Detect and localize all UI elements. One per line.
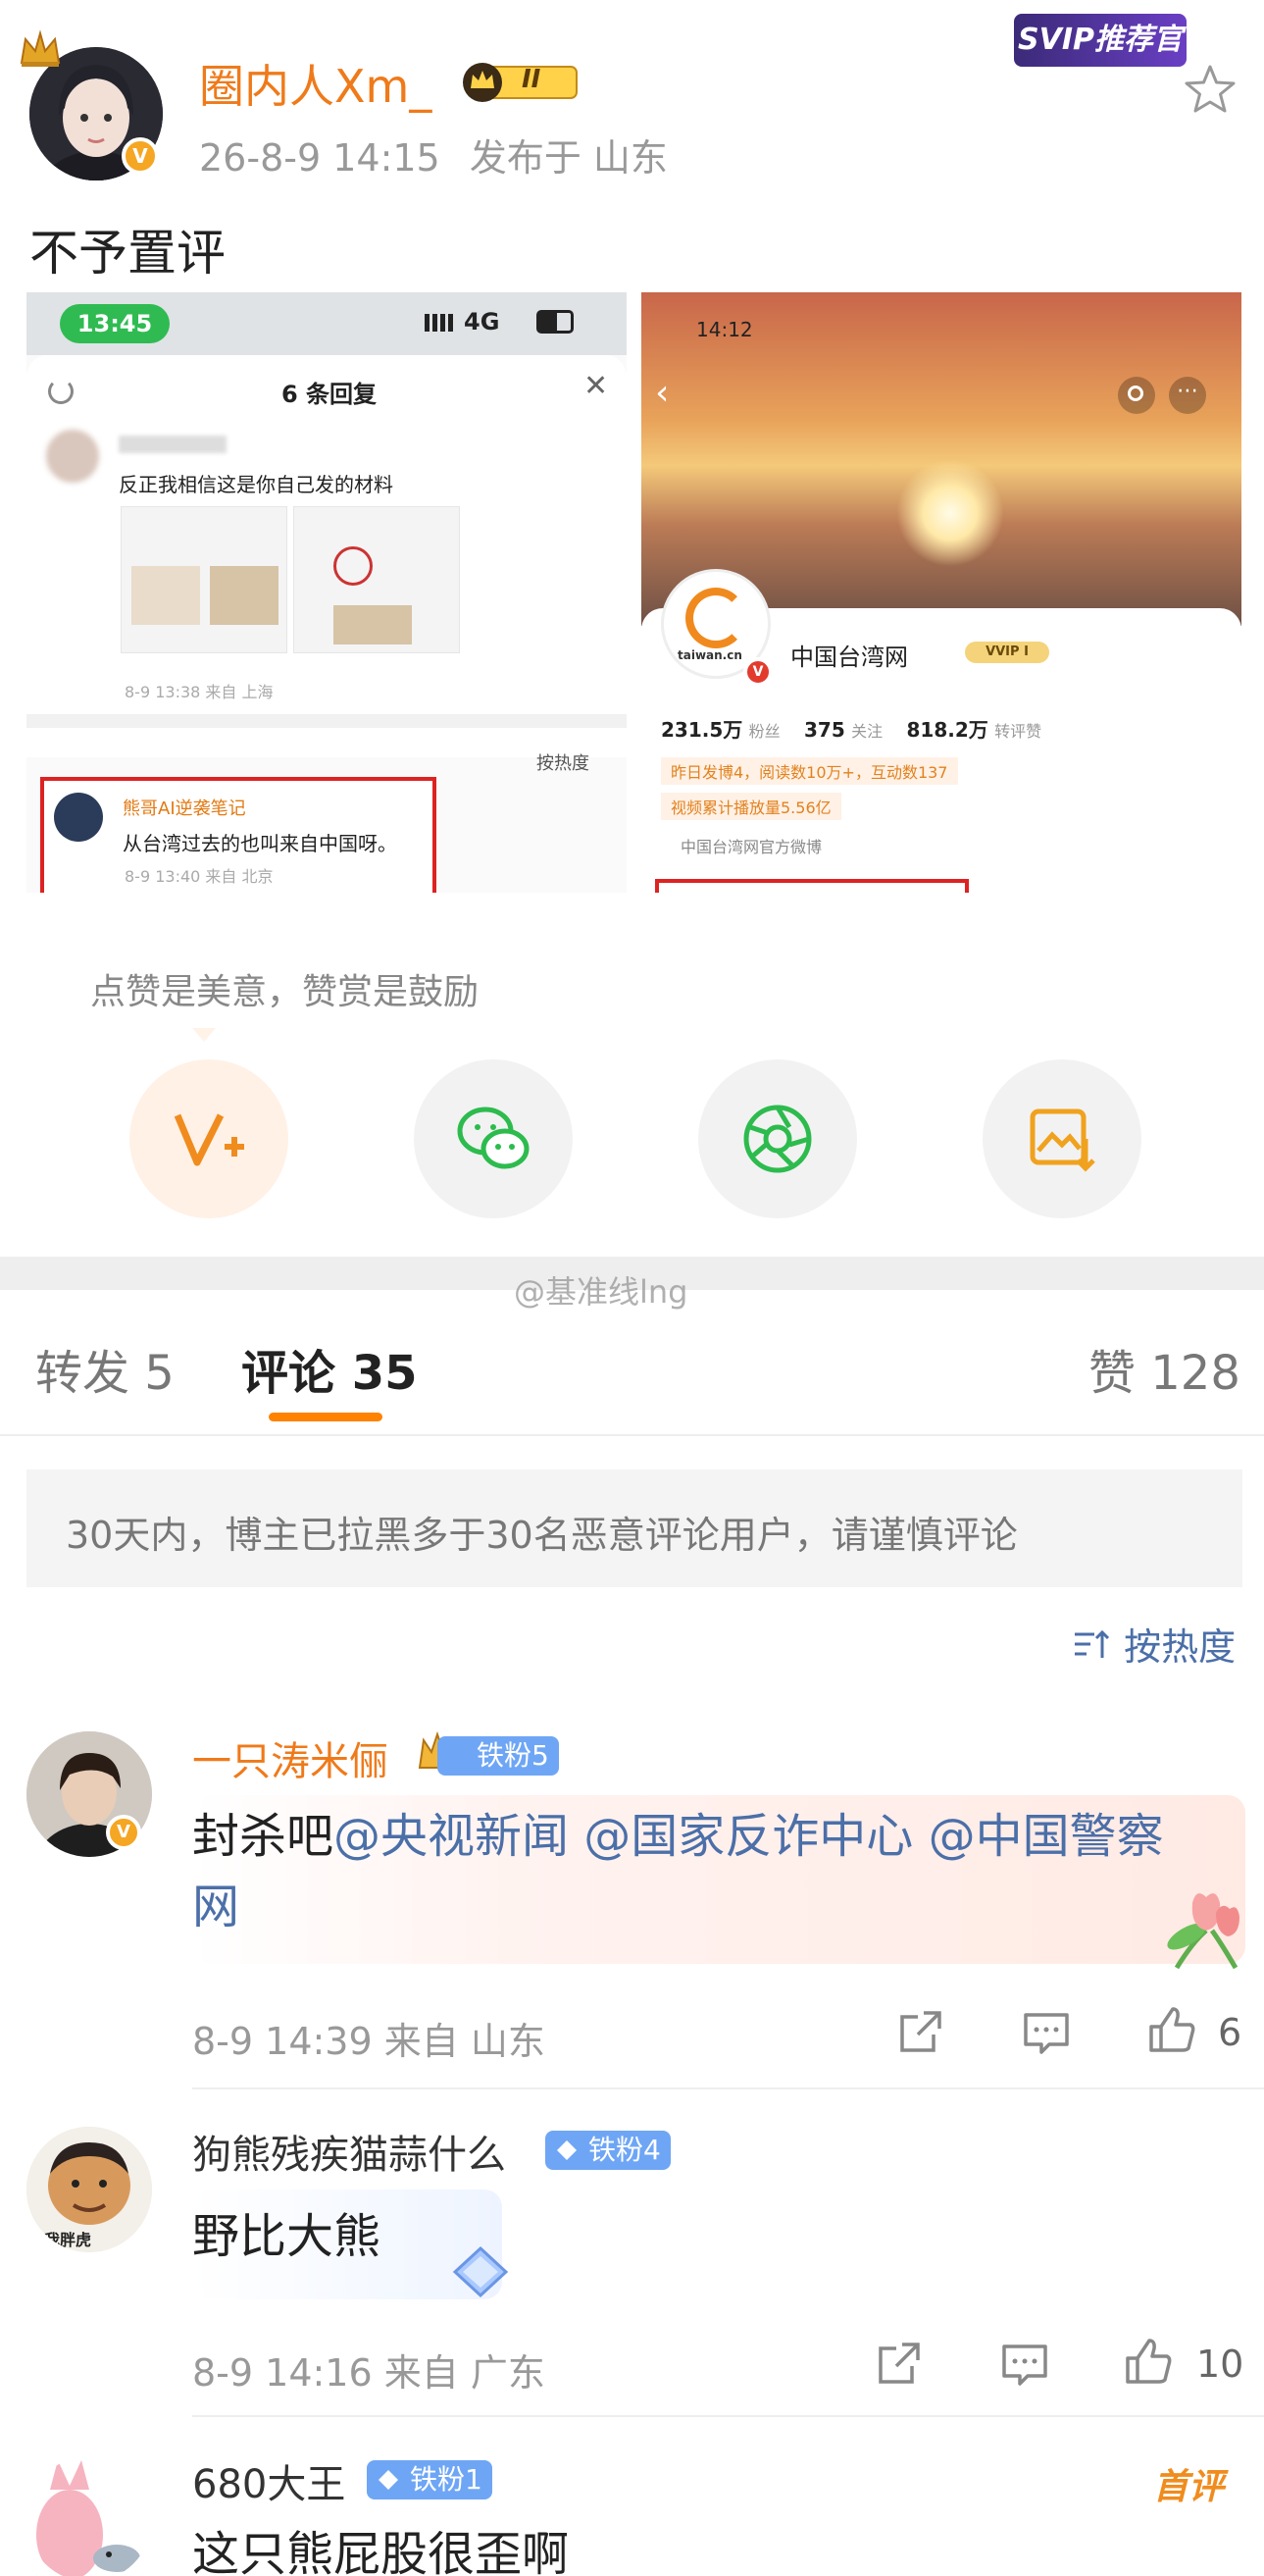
post-location: 发布于 山东 bbox=[469, 136, 668, 180]
diamond-icon bbox=[379, 2470, 398, 2490]
first-comment-tag: 首评 bbox=[1153, 2467, 1225, 2507]
level-label: II bbox=[522, 65, 541, 94]
sub-text: 从台湾过去的也叫来自中国呀。 bbox=[123, 832, 397, 855]
tab-repost[interactable]: 转发 5 bbox=[35, 1334, 175, 1403]
share-wechat-button[interactable] bbox=[414, 1059, 573, 1218]
sub-avatar bbox=[54, 793, 103, 842]
comment-avatar[interactable]: 我胖虎 bbox=[26, 2127, 152, 2252]
notice-text: 30天内，博主已拉黑多于30名恶意评论用户，请谨慎评论 bbox=[66, 1514, 1018, 1557]
stat-line-2: 视频累计播放量5.56亿 bbox=[661, 793, 841, 820]
repost-icon[interactable] bbox=[894, 2005, 947, 2058]
reply-name-blurred bbox=[119, 436, 227, 453]
reply-icon[interactable] bbox=[1020, 2007, 1073, 2060]
sub-meta: 8-9 13:40 来自 北京 bbox=[125, 867, 274, 886]
sub-name: 熊哥AI逆袭笔记 bbox=[123, 799, 246, 819]
panel-title: 6 条回复 bbox=[281, 381, 378, 408]
comment-avatar[interactable] bbox=[26, 2456, 152, 2576]
comment-meta: 8-9 14:39 来自 山东 bbox=[192, 2020, 545, 2063]
reward-button[interactable] bbox=[129, 1059, 288, 1218]
official-label: 中国台湾网官方微博 bbox=[681, 838, 823, 856]
like-count: 6 bbox=[1218, 2011, 1242, 2054]
save-image-icon bbox=[1030, 1108, 1095, 1172]
close-icon[interactable]: ✕ bbox=[583, 369, 608, 403]
fan-badge: 铁粉4 bbox=[545, 2131, 671, 2170]
comment-text: 封杀吧@央视新闻 @国家反诈中心 @中国警察网 bbox=[192, 1809, 1164, 1934]
left-sort-label: 按热度 bbox=[536, 753, 589, 774]
reply-meta: 8-9 13:38 来自 上海 bbox=[125, 683, 274, 701]
comment-author[interactable]: 680大王 bbox=[192, 2452, 345, 2509]
tulip-icon bbox=[1167, 1893, 1239, 1970]
verified-badge-icon: V bbox=[122, 137, 159, 175]
favorite-star-icon[interactable] bbox=[1183, 63, 1238, 118]
account-verified-icon: V bbox=[743, 657, 773, 687]
comment-text: 这只熊屁股很歪啊 bbox=[192, 2527, 570, 2576]
reply-text: 反正我相信这是你自己发的材料 bbox=[119, 473, 393, 496]
mention-link[interactable]: @国家反诈中心 bbox=[583, 1809, 913, 1864]
post-image-left[interactable]: 13:45 4G 6 条回复 ✕ 反正我相信这是你自己发的材料 8-9 13:3… bbox=[26, 292, 627, 893]
comment-divider bbox=[192, 2087, 1264, 2089]
right-status-time: 14:12 bbox=[696, 318, 753, 341]
search-icon[interactable] bbox=[1118, 377, 1155, 414]
mention-link[interactable]: @央视新闻 bbox=[333, 1809, 569, 1864]
poster-name[interactable]: 圈内人Xm_ bbox=[199, 51, 431, 116]
repost-icon[interactable] bbox=[873, 2337, 926, 2390]
svip-badge: SVIP推荐官 bbox=[1014, 14, 1187, 67]
moments-aperture-icon bbox=[743, 1105, 812, 1173]
like-thumb-icon[interactable] bbox=[1145, 2003, 1198, 2056]
tab-comment[interactable]: 评论 35 bbox=[241, 1334, 418, 1403]
tab-active-indicator bbox=[269, 1413, 382, 1421]
reply-avatar bbox=[46, 430, 99, 483]
post-timestamp: 26-8-9 14:15 bbox=[199, 136, 440, 180]
post-meta: 26-8-9 14:15 发布于 山东 bbox=[199, 128, 668, 181]
post-text: 不予置评 bbox=[29, 225, 226, 282]
watermark: @基准线lng bbox=[514, 1273, 688, 1311]
wechat-icon bbox=[457, 1107, 530, 1169]
sort-button[interactable]: 按热度 bbox=[1073, 1617, 1236, 1671]
account-vip: VVIP I bbox=[965, 642, 1049, 663]
comment-author[interactable]: 一只涛米俪 bbox=[192, 1729, 388, 1786]
tab-like[interactable]: 赞 128 bbox=[1088, 1334, 1240, 1403]
signal-bars-icon bbox=[425, 314, 454, 332]
comment-notice: 30天内，博主已拉黑多于30名恶意评论用户，请谨慎评论 bbox=[26, 1469, 1242, 1587]
more-icon[interactable]: ⋯ bbox=[1169, 377, 1206, 414]
sun bbox=[896, 459, 1004, 567]
comment-verified-icon: V bbox=[106, 1815, 141, 1850]
share-moments-button[interactable] bbox=[698, 1059, 857, 1218]
sort-label: 按热度 bbox=[1124, 1625, 1237, 1669]
save-image-button[interactable] bbox=[983, 1059, 1141, 1218]
comment-divider bbox=[192, 2415, 1264, 2417]
account-stats: 231.5万 粉丝 375 关注 818.2万 转评赞 bbox=[661, 718, 1042, 742]
status-time: 13:45 bbox=[60, 304, 170, 343]
reply-image-2 bbox=[293, 506, 460, 653]
highlight-box-right bbox=[655, 879, 969, 893]
diamond-icon bbox=[557, 2140, 577, 2160]
reward-v-plus-icon bbox=[174, 1113, 244, 1166]
battery-icon bbox=[536, 310, 574, 334]
avatar-caption: 我胖虎 bbox=[44, 2231, 92, 2249]
like-thumb-icon[interactable] bbox=[1122, 2335, 1175, 2388]
sort-icon bbox=[1075, 1629, 1110, 1658]
comment-text: 野比大熊 bbox=[192, 2209, 381, 2264]
reply-image-1 bbox=[121, 506, 287, 653]
account-name: 中国台湾网 bbox=[790, 644, 908, 671]
fan-badge: 铁粉1 bbox=[367, 2460, 492, 2499]
reply-icon[interactable] bbox=[998, 2339, 1051, 2392]
refresh-icon bbox=[48, 379, 74, 404]
tooltip-pointer bbox=[192, 1028, 216, 1042]
like-count: 10 bbox=[1196, 2343, 1244, 2386]
stat-line-1: 昨日发博4，阅读数10万+，互动数137 bbox=[661, 757, 958, 785]
comment-author[interactable]: 狗熊残疾猫蒜什么 bbox=[192, 2123, 506, 2180]
post-image-right[interactable]: 14:12 ‹ ⋯ taiwan.cn V 中国台湾网 VVIP I 231.5… bbox=[641, 292, 1241, 893]
status-signal: 4G bbox=[464, 308, 500, 335]
diamond-decoration-icon bbox=[452, 2245, 509, 2298]
fan-badge: 铁粉5 bbox=[437, 1736, 559, 1776]
back-icon[interactable]: ‹ bbox=[655, 373, 669, 413]
tab-divider bbox=[0, 1434, 1264, 1436]
comment-meta: 8-9 14:16 来自 广东 bbox=[192, 2351, 545, 2395]
level-badge: II bbox=[459, 61, 582, 104]
reward-text: 点赞是美意，赞赏是鼓励 bbox=[90, 972, 480, 1012]
crown-icon bbox=[20, 29, 61, 67]
